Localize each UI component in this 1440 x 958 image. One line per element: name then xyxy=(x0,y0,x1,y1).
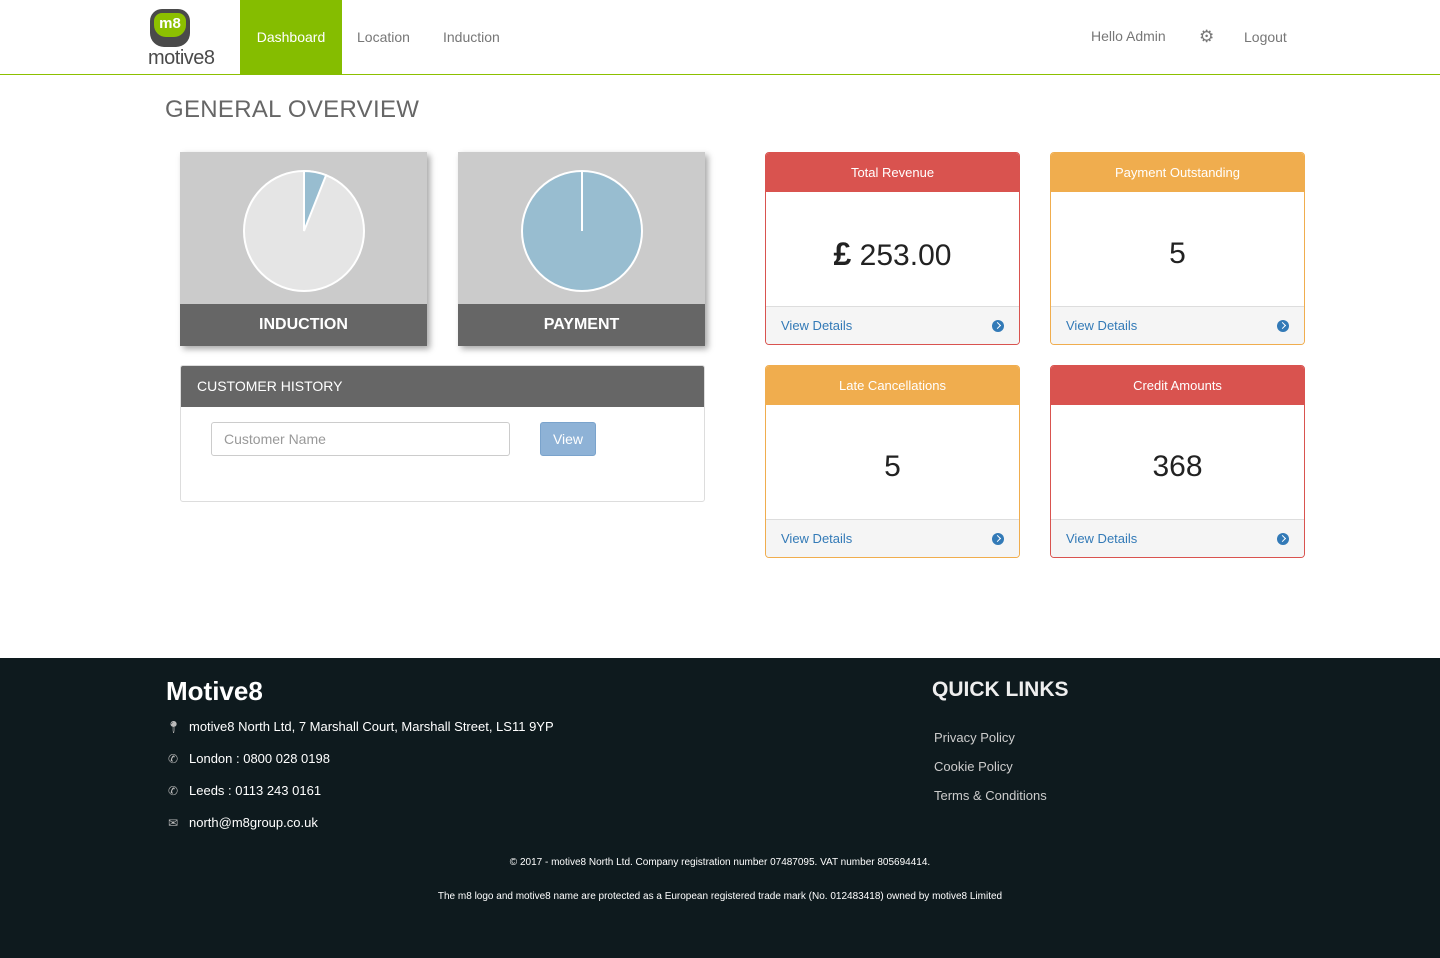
payment-outstanding-view-details[interactable]: View Details xyxy=(1051,306,1304,344)
trademark-text: The m8 logo and motive8 name are protect… xyxy=(437,891,1003,902)
footer-address-text: motive8 North Ltd, 7 Marshall Court, Mar… xyxy=(189,719,554,734)
footer-leeds-text: Leeds : 0113 243 0161 xyxy=(189,783,322,798)
page-title: GENERAL OVERVIEW xyxy=(165,96,420,123)
top-navbar: m8 motive8 Dashboard Location Induction … xyxy=(0,0,1440,75)
nav-dashboard[interactable]: Dashboard xyxy=(240,0,342,75)
quick-links-title: QUICK LINKS xyxy=(932,678,1069,701)
phone-icon: ✆ xyxy=(167,752,179,766)
credit-amounts-panel: Credit Amounts 368 View Details xyxy=(1050,365,1305,558)
map-pin-icon: 📍︎ xyxy=(166,720,182,734)
envelope-icon: ✉ xyxy=(167,816,179,830)
site-footer: Motive8 📍︎ motive8 North Ltd, 7 Marshall … xyxy=(0,658,1440,958)
induction-pie-label: INDUCTION xyxy=(180,304,427,346)
view-details-label: View Details xyxy=(1066,318,1138,333)
privacy-policy-link[interactable]: Privacy Policy xyxy=(934,730,1015,745)
payment-pie-label: PAYMENT xyxy=(458,304,705,346)
arrow-circle-right-icon xyxy=(1277,533,1289,545)
user-greeting[interactable]: Hello Admin xyxy=(1091,0,1166,74)
late-cancellations-view-details[interactable]: View Details xyxy=(766,519,1019,557)
footer-london-text: London : 0800 028 0198 xyxy=(189,751,330,766)
customer-history-panel: CUSTOMER HISTORY View xyxy=(180,365,705,502)
payment-outstanding-value: 5 xyxy=(1169,237,1186,270)
motive8-logo[interactable]: m8 motive8 xyxy=(148,9,228,69)
footer-brand: Motive8 xyxy=(166,676,263,706)
payment-pie-chart xyxy=(521,170,643,292)
customer-history-title: CUSTOMER HISTORY xyxy=(181,366,704,407)
credit-amounts-view-details[interactable]: View Details xyxy=(1051,519,1304,557)
total-revenue-amount: 253.00 xyxy=(851,239,952,272)
credit-amounts-value: 368 xyxy=(1152,450,1203,483)
phone-icon: ✆ xyxy=(167,784,179,798)
footer-leeds-phone: ✆ Leeds : 0113 243 0161 xyxy=(166,783,321,798)
footer-email-text: north@m8group.co.uk xyxy=(189,815,318,830)
total-revenue-title: Total Revenue xyxy=(766,153,1019,192)
nav-induction[interactable]: Induction xyxy=(443,0,500,75)
currency-symbol: £ xyxy=(833,236,852,272)
induction-pie-chart xyxy=(243,169,365,292)
copyright-text: © 2017 - motive8 North Ltd. Company regi… xyxy=(509,857,931,868)
arrow-circle-right-icon xyxy=(992,533,1004,545)
total-revenue-value: £ 253.00 xyxy=(766,192,1019,306)
view-details-label: View Details xyxy=(1066,531,1138,546)
late-cancellations-value: 5 xyxy=(884,450,901,483)
total-revenue-view-details[interactable]: View Details xyxy=(766,306,1019,344)
payment-outstanding-title: Payment Outstanding xyxy=(1051,153,1304,192)
logo-badge: m8 xyxy=(150,9,190,47)
gear-icon[interactable]: ⚙ xyxy=(1199,0,1214,74)
arrow-circle-right-icon xyxy=(992,320,1004,332)
view-history-button[interactable]: View xyxy=(540,422,596,456)
logo-badge-text: m8 xyxy=(154,13,186,37)
nav-location[interactable]: Location xyxy=(357,0,410,75)
view-details-label: View Details xyxy=(781,318,853,333)
logout-link[interactable]: Logout xyxy=(1244,0,1287,75)
credit-amounts-title: Credit Amounts xyxy=(1051,366,1304,405)
customer-name-input[interactable] xyxy=(211,422,510,456)
payment-pie-card[interactable]: PAYMENT xyxy=(458,152,705,346)
induction-pie-card[interactable]: INDUCTION xyxy=(180,152,427,346)
footer-email[interactable]: ✉ north@m8group.co.uk xyxy=(166,815,318,830)
terms-conditions-link[interactable]: Terms & Conditions xyxy=(934,788,1047,803)
footer-address: 📍︎ motive8 North Ltd, 7 Marshall Court, M… xyxy=(166,719,554,734)
logo-wordmark: motive8 xyxy=(148,47,215,69)
total-revenue-panel: Total Revenue £ 253.00 View Details xyxy=(765,152,1020,345)
cookie-policy-link[interactable]: Cookie Policy xyxy=(934,759,1013,774)
late-cancellations-panel: Late Cancellations 5 View Details xyxy=(765,365,1020,558)
view-details-label: View Details xyxy=(781,531,853,546)
arrow-circle-right-icon xyxy=(1277,320,1289,332)
late-cancellations-title: Late Cancellations xyxy=(766,366,1019,405)
footer-london-phone: ✆ London : 0800 028 0198 xyxy=(166,751,330,766)
payment-outstanding-panel: Payment Outstanding 5 View Details xyxy=(1050,152,1305,345)
